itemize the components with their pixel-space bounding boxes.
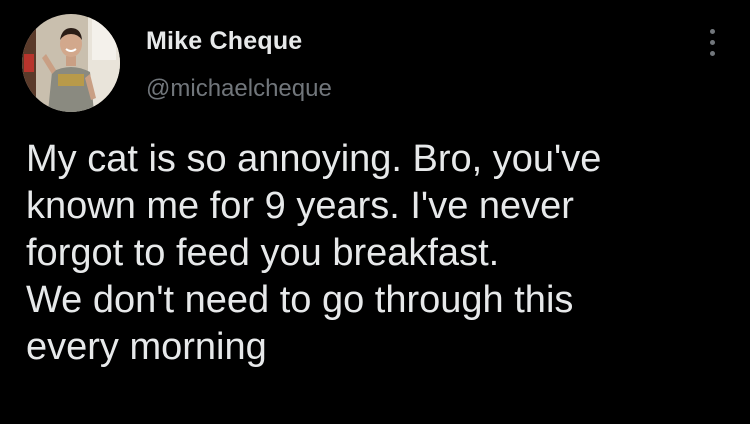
vertical-ellipsis-icon xyxy=(710,29,715,34)
author-display-name[interactable]: Mike Cheque xyxy=(146,27,302,56)
avatar[interactable] xyxy=(22,14,120,112)
tweet-text-line: every morning xyxy=(26,326,267,368)
tweet-text-line: forgot to feed you breakfast. xyxy=(26,232,500,274)
vertical-ellipsis-icon xyxy=(710,40,715,45)
avatar-photo xyxy=(22,14,120,112)
more-options-button[interactable] xyxy=(700,26,726,60)
tweet-text-line: My cat is so annoying. Bro, you've xyxy=(26,138,602,180)
tweet-text: My cat is so annoying. Bro, you've known… xyxy=(26,136,741,371)
author-handle[interactable]: @michaelcheque xyxy=(146,75,332,103)
tweet-card: Mike Cheque @michaelcheque My cat is so … xyxy=(0,0,750,424)
tweet-text-line: known me for 9 years. I've never xyxy=(26,185,574,227)
tweet-text-line: We don't need to go through this xyxy=(26,279,574,321)
vertical-ellipsis-icon xyxy=(710,51,715,56)
